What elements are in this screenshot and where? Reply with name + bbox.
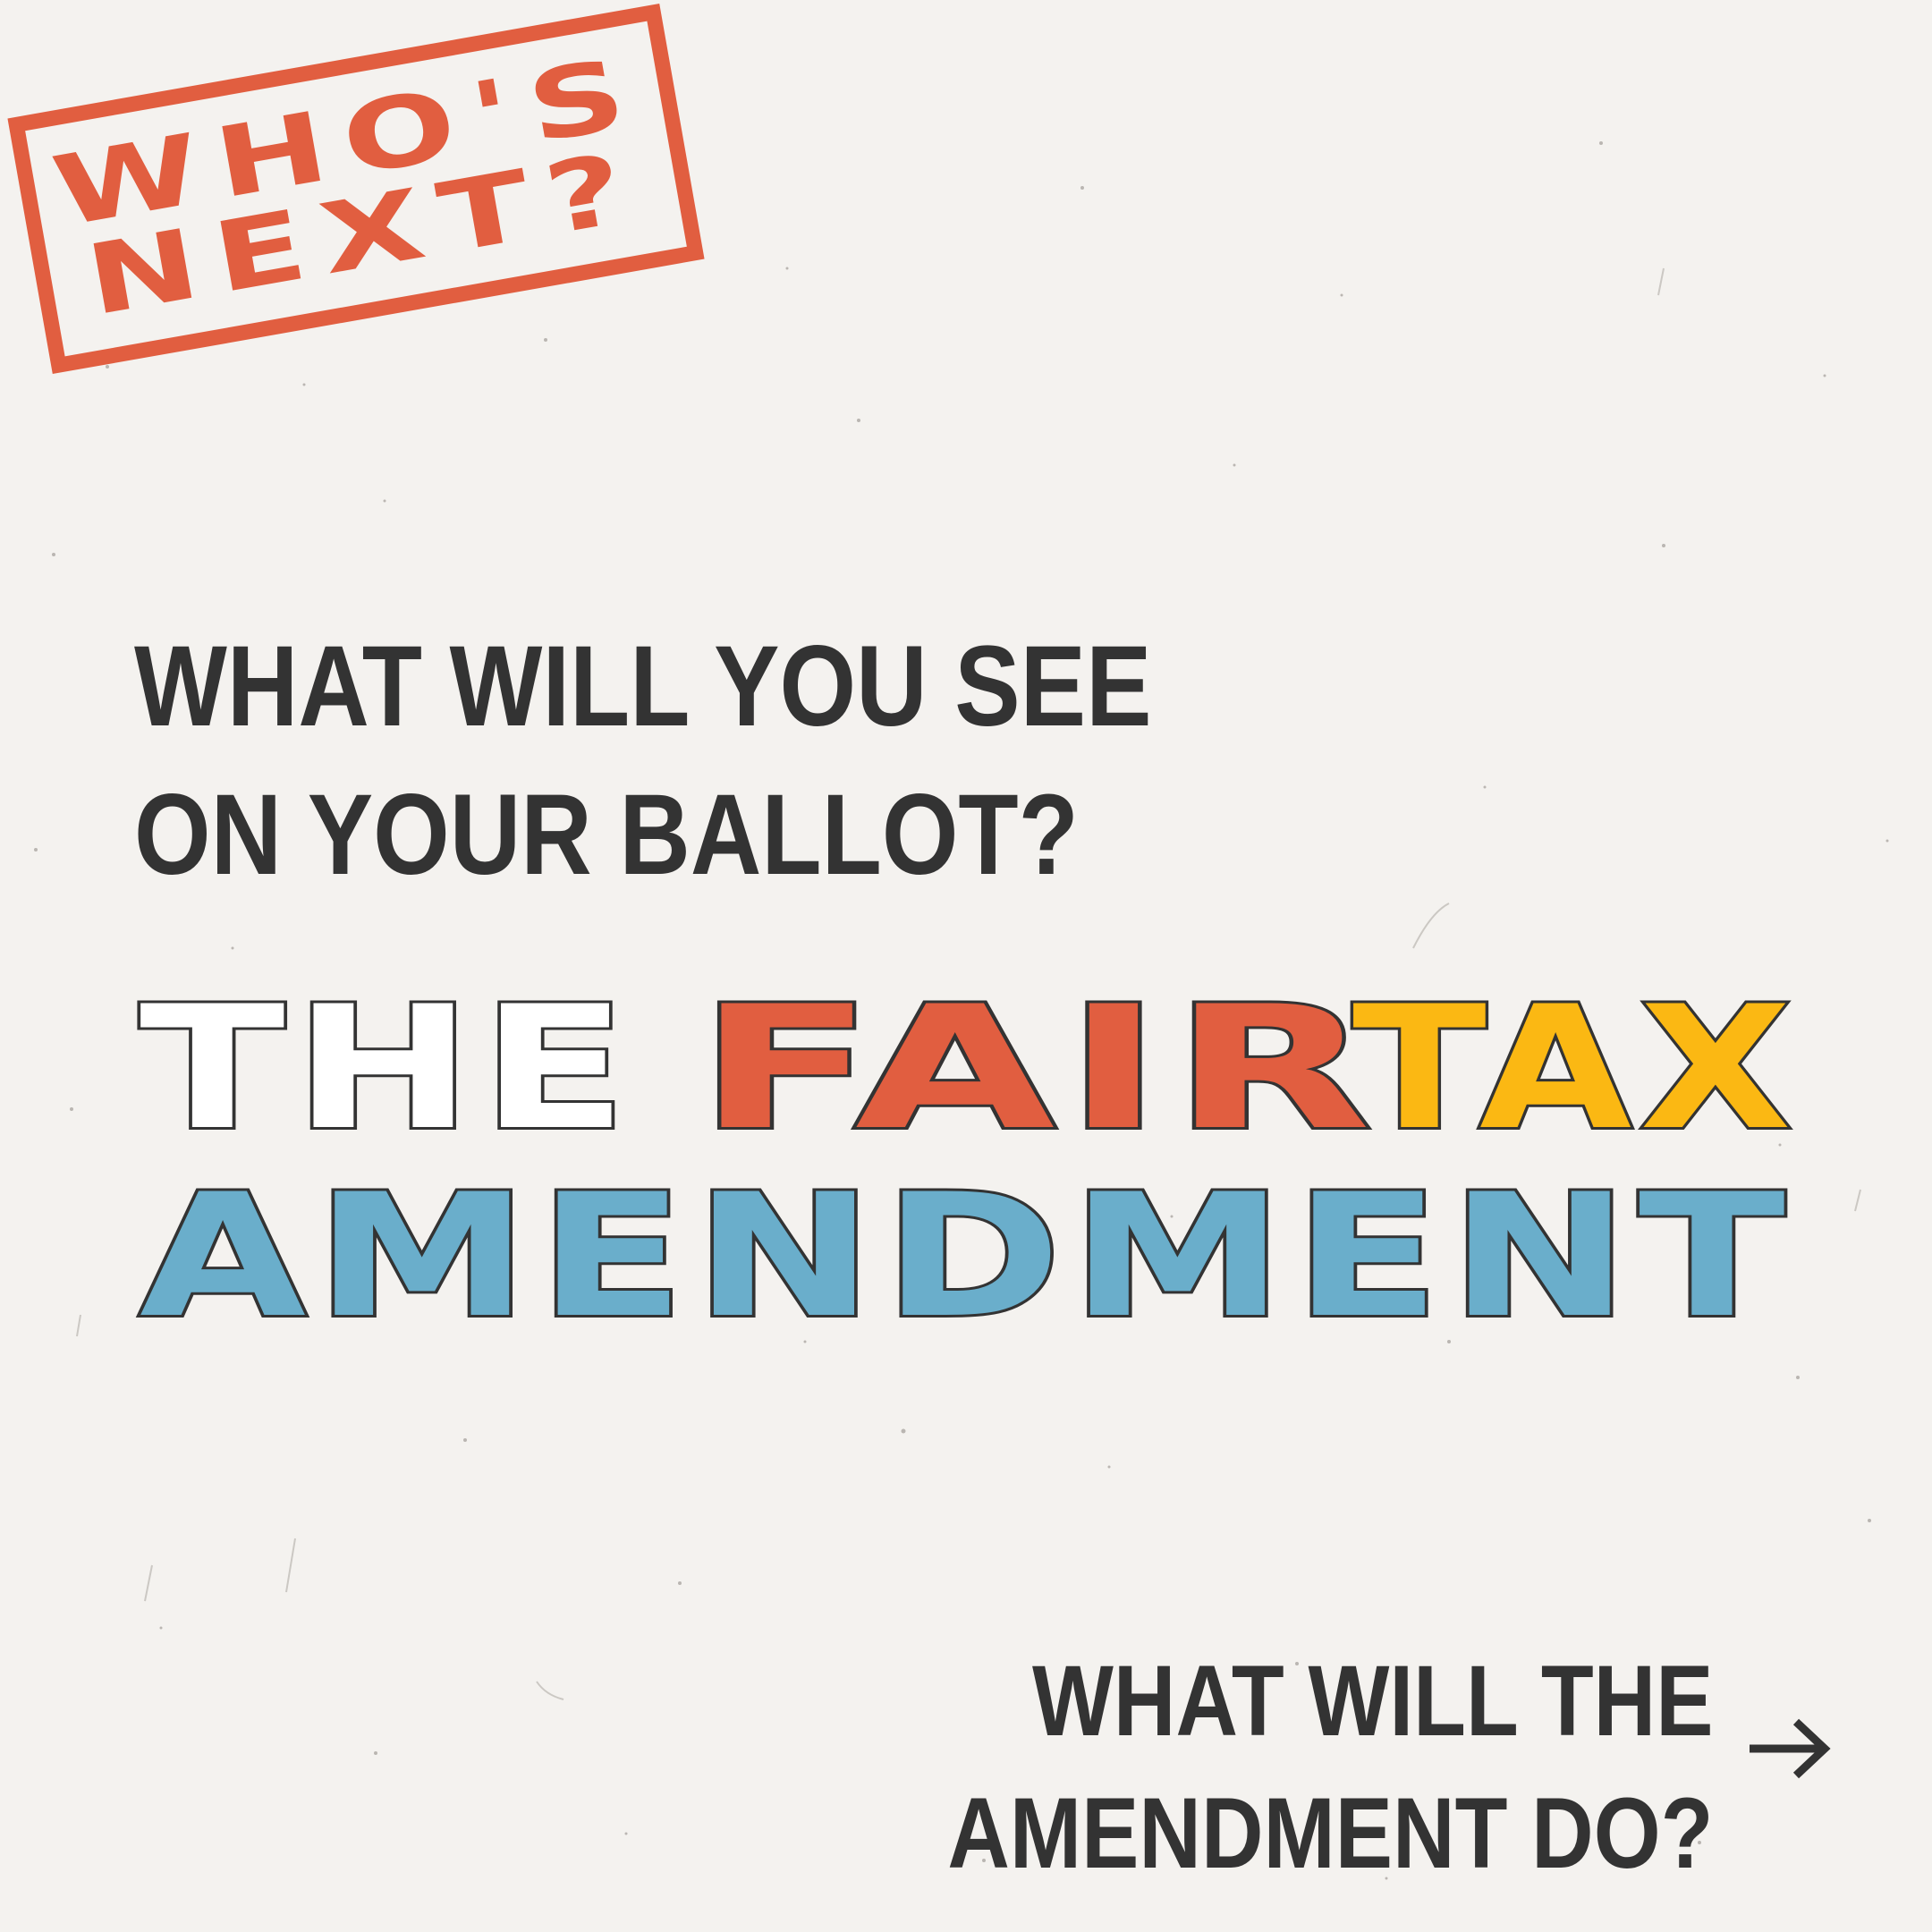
ballot-question-line-2: ON YOUR BALLOT? [134, 771, 1079, 899]
next-slide-prompt: WHAT WILL THE AMENDMENT DO? [947, 1635, 1713, 1900]
headline-word-the: THE [140, 970, 636, 1167]
next-prompt-line-2: AMENDMENT DO? [946, 1777, 1713, 1889]
whos-next-stamp: WHO'S NEXT? [7, 3, 705, 375]
headline-word-amendment: AMENDMENT [140, 1157, 1794, 1355]
arrow-right-icon[interactable] [1744, 1713, 1834, 1784]
fair-tax-amendment-headline: THE FAIR TAX AMENDMENT [137, 967, 1800, 1358]
ballot-question: WHAT WILL YOU SEE ON YOUR BALLOT? [134, 613, 1288, 910]
next-prompt-line-1: WHAT WILL THE [1031, 1645, 1713, 1757]
ballot-question-line-1: WHAT WILL YOU SEE [134, 623, 1152, 750]
headline-word-fair: FAIR [698, 970, 1382, 1167]
headline-word-tax: TAX [1352, 970, 1800, 1167]
